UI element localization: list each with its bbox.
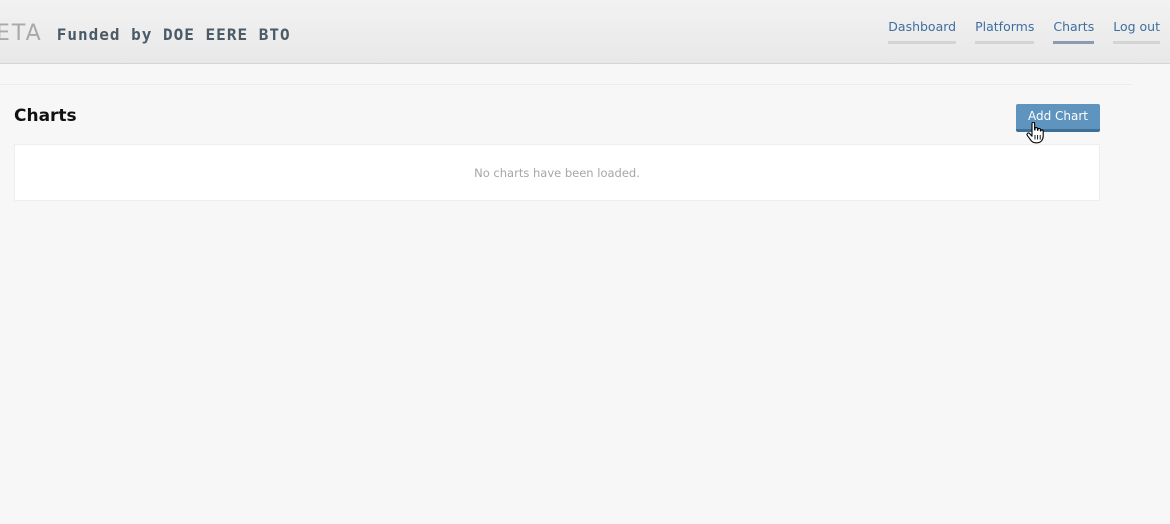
nav-link-log-out[interactable]: Log out <box>1113 19 1160 44</box>
main-nav: Dashboard Platforms Charts Log out <box>869 19 1160 44</box>
nav-link-dashboard[interactable]: Dashboard <box>888 19 957 44</box>
top-navbar: ETA Funded by DOE EERE BTO Dashboard Pla… <box>0 0 1170 64</box>
nav-link-platforms[interactable]: Platforms <box>975 19 1035 44</box>
logo-text: ETA <box>0 21 43 46</box>
page-title: Charts <box>14 106 77 126</box>
funding-text: Funded by DOE EERE BTO <box>56 25 291 44</box>
brand[interactable]: ETA Funded by DOE EERE BTO <box>0 21 291 46</box>
charts-panel: No charts have been loaded. <box>14 144 1100 201</box>
section-divider <box>0 84 1132 85</box>
nav-link-charts[interactable]: Charts <box>1053 19 1095 44</box>
add-chart-button[interactable]: Add Chart <box>1016 104 1100 132</box>
empty-state-message: No charts have been loaded. <box>474 165 640 180</box>
